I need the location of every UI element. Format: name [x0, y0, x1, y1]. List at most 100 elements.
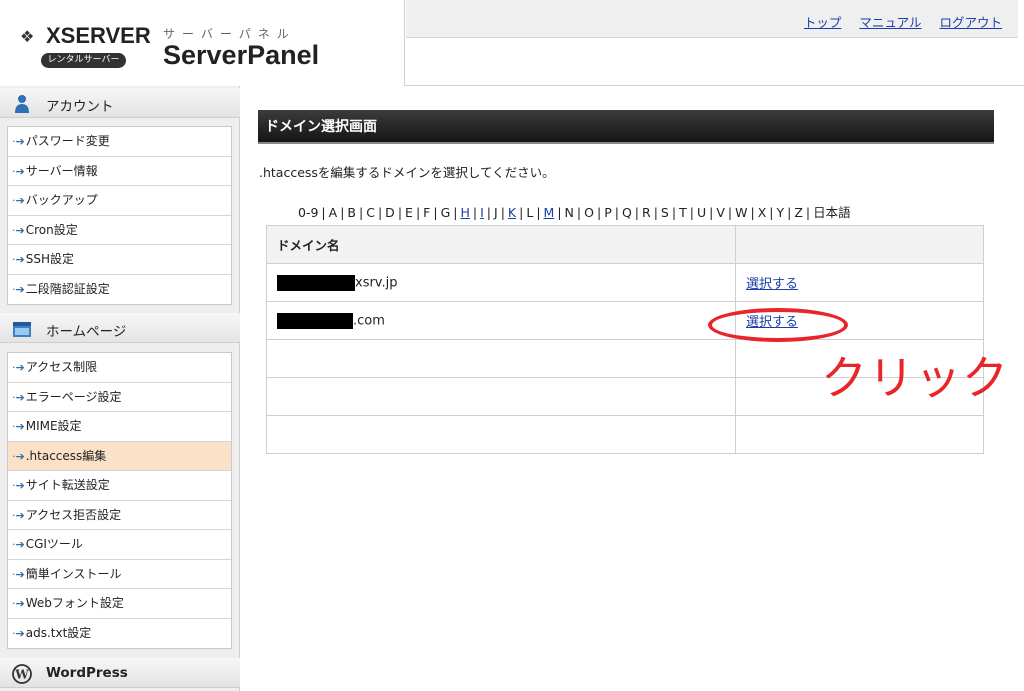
- main-content: ドメイン選択画面 .htaccessを編集するドメインを選択してください。 0-…: [241, 86, 1024, 691]
- section-wordpress-label: WordPress: [46, 665, 128, 681]
- user-icon: [15, 95, 29, 113]
- alpha-separator: |: [453, 205, 458, 220]
- arrow-icon: ·➔: [12, 135, 25, 148]
- sidebar-item-access-limit[interactable]: ·➔アクセス制限: [8, 353, 231, 383]
- arrow-icon: ·➔: [12, 164, 25, 178]
- redacted-block: [277, 274, 355, 291]
- sidebar-item-password[interactable]: ·➔パスワード変更: [8, 127, 231, 157]
- logo[interactable]: ❖ XSERVER レンタルサーバー サーバーパネル ServerPanel: [0, 0, 405, 86]
- brand-name: XSERVER: [46, 23, 151, 48]
- sidebar-item-error-page[interactable]: ·➔エラーページ設定: [8, 383, 231, 412]
- alpha-index-I[interactable]: I: [480, 205, 484, 220]
- table-row: xsrv.jp 選択する: [266, 263, 984, 302]
- domain-name-header: ドメイン名: [266, 225, 736, 264]
- sidebar-item-ssh[interactable]: ·➔SSH設定: [8, 245, 231, 275]
- sidebar-item-access-deny[interactable]: ·➔アクセス拒否設定: [8, 501, 231, 530]
- alpha-separator: |: [727, 205, 733, 220]
- alpha-index-P: P: [604, 205, 612, 220]
- sidebar-item-web-font[interactable]: ·➔Webフォント設定: [8, 589, 231, 619]
- arrow-icon: ·➔: [12, 449, 25, 463]
- alpha-separator: |: [787, 205, 792, 220]
- homepage-icon: [13, 322, 31, 337]
- alpha-separator: |: [486, 205, 492, 220]
- page-title: ドメイン選択画面: [258, 110, 994, 144]
- alpha-separator: |: [805, 205, 811, 220]
- alpha-index-E: E: [405, 205, 413, 220]
- alpha-separator: |: [557, 205, 562, 220]
- alpha-index-T: T: [679, 205, 687, 220]
- arrow-icon: ·➔: [12, 390, 25, 404]
- sidebar: アカウント ·➔パスワード変更 ·➔サーバー情報 ·➔バックアップ ·➔Cron…: [0, 86, 240, 691]
- alpha-index-D: D: [385, 205, 395, 220]
- alpha-index-Y: Y: [776, 205, 785, 220]
- sidebar-item-ads-txt[interactable]: ·➔ads.txt設定: [8, 619, 231, 649]
- alpha-separator: |: [709, 205, 714, 220]
- alphabet-index: 0-9 | A | B | C | D | E | F | G | H | I | J | K | L | M | N | O | P | Q | R |…: [298, 202, 851, 221]
- domain-cell: .com: [266, 301, 736, 340]
- sidebar-item-server-info[interactable]: ·➔サーバー情報: [8, 157, 231, 186]
- arrow-icon: ·➔: [12, 538, 25, 551]
- sidebar-item-cron[interactable]: ·➔Cron設定: [8, 216, 231, 245]
- alpha-index-V: V: [716, 205, 725, 220]
- alpha-index-M[interactable]: M: [544, 205, 555, 220]
- section-homepage-label: ホームページ: [46, 324, 127, 340]
- alpha-index-N: N: [564, 205, 574, 220]
- action-header: [735, 225, 984, 264]
- nav-top-link[interactable]: トップ: [804, 15, 842, 30]
- annotation-click-text: クリック: [821, 351, 1009, 405]
- table-row: .com 選択する: [266, 301, 984, 340]
- sidebar-item-backup[interactable]: ·➔バックアップ: [8, 186, 231, 216]
- arrow-icon: ·➔: [12, 597, 25, 610]
- sidebar-item-cgi-tool[interactable]: ·➔CGIツール: [8, 530, 231, 560]
- svg-text:W: W: [14, 668, 29, 682]
- alpha-separator: |: [769, 205, 774, 220]
- alpha-separator: |: [576, 205, 582, 220]
- select-domain-link[interactable]: 選択する: [746, 277, 798, 292]
- alpha-separator: |: [536, 205, 541, 220]
- alpha-separator: |: [340, 205, 345, 220]
- sidebar-item-mime[interactable]: ·➔MIME設定: [8, 412, 231, 442]
- header: ❖ XSERVER レンタルサーバー サーバーパネル ServerPanel ト…: [0, 0, 1024, 86]
- arrow-icon: ·➔: [12, 361, 25, 374]
- annotation-circle: [708, 308, 848, 342]
- sidebar-item-redirect[interactable]: ·➔サイト転送設定: [8, 471, 231, 501]
- section-homepage[interactable]: ホームページ: [0, 313, 240, 343]
- brand-badge: レンタルサーバー: [41, 53, 126, 68]
- arrow-icon: ·➔: [12, 194, 25, 207]
- arrow-icon: ·➔: [12, 253, 25, 266]
- alpha-separator: |: [596, 205, 602, 220]
- alpha-index-W: W: [735, 205, 748, 220]
- alpha-index-Q: Q: [621, 205, 632, 220]
- alpha-index-J: J: [494, 205, 498, 220]
- action-cell: 選択する: [735, 263, 984, 302]
- alpha-index-K[interactable]: K: [508, 205, 516, 220]
- alpha-index-O: O: [584, 205, 594, 220]
- alpha-separator: |: [415, 205, 421, 220]
- section-wordpress[interactable]: W WordPress: [0, 658, 240, 688]
- alpha-separator: |: [671, 205, 677, 220]
- alpha-separator: |: [689, 205, 694, 220]
- arrow-icon: ·➔: [12, 479, 25, 492]
- account-menu: ·➔パスワード変更 ·➔サーバー情報 ·➔バックアップ ·➔Cron設定 ·➔S…: [7, 126, 232, 305]
- sidebar-item-htaccess[interactable]: ·➔.htaccess編集: [8, 441, 231, 471]
- alpha-separator: |: [750, 205, 755, 220]
- nav-logout-link[interactable]: ログアウト: [939, 15, 1002, 30]
- alpha-index-0-9: 0-9: [298, 205, 319, 220]
- alpha-separator: |: [614, 205, 619, 220]
- alpha-index-S: S: [660, 205, 669, 220]
- alpha-separator: |: [359, 205, 364, 220]
- sidebar-item-2fa[interactable]: ·➔二段階認証設定: [8, 275, 231, 305]
- table-header-row: ドメイン名: [266, 225, 984, 264]
- arrow-icon: ·➔: [12, 567, 25, 581]
- alpha-index-H[interactable]: H: [460, 205, 469, 220]
- domain-table: ドメイン名 xsrv.jp 選択する .com 選択する: [266, 225, 984, 454]
- arrow-icon: ·➔: [12, 420, 25, 433]
- sidebar-item-easy-install[interactable]: ·➔簡単インストール: [8, 560, 231, 589]
- top-bar: トップ マニュアル ログアウト: [406, 0, 1018, 38]
- domain-cell: xsrv.jp: [266, 263, 736, 302]
- alpha-separator: |: [377, 205, 383, 220]
- nav-manual-link[interactable]: マニュアル: [859, 15, 921, 30]
- panel-title: ServerPanel: [163, 40, 320, 70]
- table-row-empty: [266, 415, 984, 454]
- section-account[interactable]: アカウント: [0, 88, 240, 118]
